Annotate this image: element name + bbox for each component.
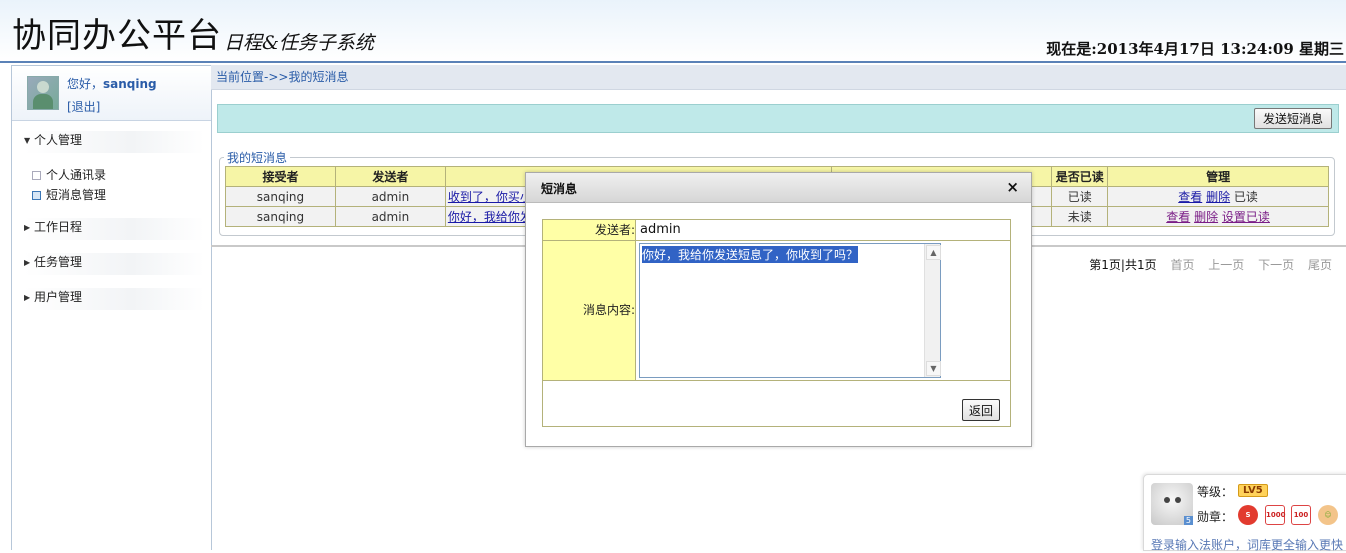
square-bullet-icon (32, 171, 41, 180)
cell-manage: 查看 删除 已读 (1107, 186, 1329, 207)
ime-widget[interactable]: 5 等级： LV5 勋章： S 1000 100 ☺ 登录输入法账户，词库更全输… (1143, 474, 1346, 553)
column-header-receiver: 接受者 (225, 166, 336, 187)
message-content-link[interactable]: 收到了，你买小 (448, 190, 532, 204)
prev-page-link[interactable]: 上一页 (1208, 258, 1244, 272)
delete-link[interactable]: 删除 (1194, 210, 1218, 224)
avatar (27, 76, 59, 110)
next-page-link[interactable]: 下一页 (1258, 258, 1294, 272)
message-content-link[interactable]: 你好，我给你发 (448, 210, 532, 224)
medal-icon[interactable]: ☺ (1318, 505, 1338, 525)
row-divider (543, 380, 1010, 381)
medal-label: 勋章： (1197, 510, 1234, 524)
view-link[interactable]: 查看 (1178, 190, 1202, 204)
breadcrumb: 当前位置->>我的短消息 (216, 70, 349, 84)
nav-group-users[interactable]: ▶ 用户管理 (24, 288, 204, 310)
user-box: 您好，sanqing [退出] (12, 66, 211, 121)
message-content-textarea[interactable]: 你好，我给你发送短息了，你收到了吗？ ▲ ▼ (639, 243, 941, 378)
breadcrumb-bar: 当前位置->>我的短消息 (211, 65, 1346, 90)
medal-icon[interactable]: S (1238, 505, 1258, 525)
nav-group-label: 用户管理 (34, 290, 83, 304)
message-content-text: 你好，我给你发送短息了，你收到了吗？ (642, 246, 859, 263)
scroll-up-icon[interactable]: ▲ (926, 245, 941, 260)
header-divider (0, 61, 1346, 63)
nav-group-tasks[interactable]: ▶ 任务管理 (24, 253, 204, 275)
clock-display: 现在是:2013年4月17日 13:24:09 星期三 (1046, 40, 1344, 58)
medal-icon[interactable]: 1000 (1265, 505, 1285, 525)
nav-group-label: 工作日程 (34, 220, 83, 234)
chevron-down-icon: ▼ (24, 136, 31, 145)
chevron-right-icon: ▶ (24, 258, 31, 267)
return-button[interactable]: 返回 (962, 399, 1001, 421)
cell-read-status: 已读 (1051, 186, 1109, 207)
cell-read-status: 未读 (1051, 206, 1109, 227)
cell-sender: admin (334, 186, 446, 207)
nav-group-personal[interactable]: ▼ 个人管理 (24, 131, 204, 153)
nav-item-label: 短消息管理 (46, 188, 107, 202)
column-header-sender: 发送者 (334, 166, 446, 187)
cell-receiver: sanqing (225, 186, 336, 207)
nav-group-label: 个人管理 (34, 133, 83, 147)
ime-avatar[interactable]: 5 (1151, 483, 1193, 525)
sender-label: 发送者: (543, 220, 636, 240)
dialog-title: 短消息 (541, 182, 578, 196)
dialog-form: 发送者: admin 消息内容: 你好，我给你发送短息了，你收到了吗？ ▲ ▼ … (542, 219, 1011, 427)
action-bar: 发送短消息 (217, 104, 1339, 133)
messages-legend: 我的短消息 (224, 149, 291, 166)
column-header-read: 是否已读 (1051, 166, 1109, 187)
nav-group-label: 任务管理 (34, 255, 83, 269)
app-title: 协同办公平台 (12, 16, 222, 56)
delete-link[interactable]: 删除 (1206, 190, 1230, 204)
content-label: 消息内容: (543, 241, 636, 380)
level-label: 等级： (1197, 485, 1234, 499)
greeting-prefix: 您好， (67, 77, 104, 91)
first-page-link[interactable]: 首页 (1170, 258, 1194, 272)
nav-item-messages[interactable]: 短消息管理 (32, 186, 106, 203)
square-bullet-icon (32, 191, 41, 200)
sender-value: admin (640, 222, 681, 237)
medal-icon[interactable]: 100 (1291, 505, 1311, 525)
close-icon[interactable]: × (1006, 178, 1019, 196)
scroll-down-icon[interactable]: ▼ (926, 361, 941, 376)
nav-group-schedule[interactable]: ▶ 工作日程 (24, 218, 204, 240)
message-dialog: 短消息 × 发送者: admin 消息内容: 你好，我给你发送短息了，你收到了吗… (525, 172, 1032, 447)
pager: 第1页|共1页 首页 上一页 下一页 尾页 (1089, 256, 1332, 273)
ime-login-tip[interactable]: 登录输入法账户，词库更全输入更快 (1151, 536, 1343, 553)
level-badge: LV5 (1238, 484, 1268, 497)
chevron-right-icon: ▶ (24, 223, 31, 232)
nav-item-label: 个人通讯录 (46, 168, 107, 182)
mark-read-link[interactable]: 设置已读 (1222, 210, 1270, 224)
chevron-right-icon: ▶ (24, 293, 31, 302)
nav-item-contacts[interactable]: 个人通讯录 (32, 166, 106, 183)
textarea-scrollbar[interactable]: ▲ ▼ (924, 244, 941, 377)
page-header: 协同办公平台 日程&任务子系统 现在是:2013年4月17日 13:24:09 … (0, 0, 1346, 62)
avatar-level-number: 5 (1183, 516, 1193, 525)
logout-link[interactable]: [退出] (67, 98, 100, 115)
column-header-manage: 管理 (1107, 166, 1329, 187)
cell-receiver: sanqing (225, 206, 336, 227)
page-indicator: 第1页|共1页 (1089, 258, 1157, 272)
app-subtitle: 日程&任务子系统 (224, 32, 374, 54)
cell-sender: admin (334, 206, 446, 227)
sidebar: 您好，sanqing [退出] ▼ 个人管理 个人通讯录 短消息管理 ▶ 工作日程 … (11, 65, 212, 550)
username: sanqing (103, 77, 157, 91)
cell-manage: 查看 删除 设置已读 (1107, 206, 1329, 227)
dialog-header[interactable]: 短消息 × (526, 173, 1031, 203)
view-link[interactable]: 查看 (1166, 210, 1190, 224)
greeting: 您好，sanqing (67, 75, 157, 92)
read-label: 已读 (1233, 190, 1258, 204)
send-message-button[interactable]: 发送短消息 (1253, 108, 1332, 129)
last-page-link[interactable]: 尾页 (1308, 258, 1332, 272)
